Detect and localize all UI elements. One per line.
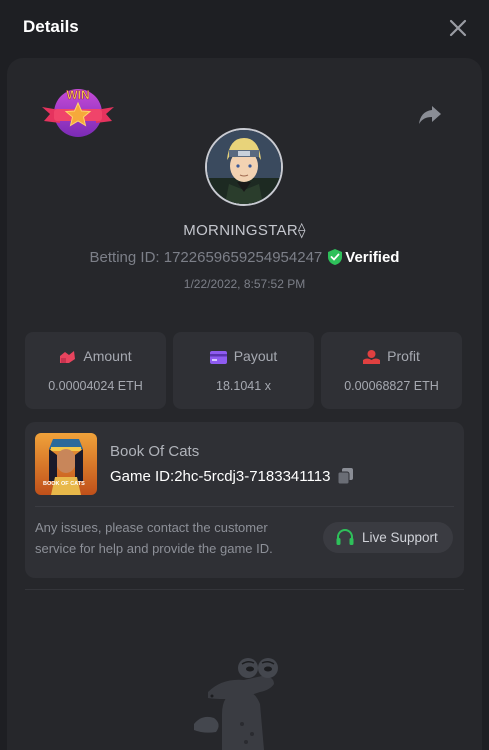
game-id-label: Game ID: [110,468,175,485]
amount-label: Amount [83,348,132,364]
support-message: Any issues, please contact the customer … [35,520,273,556]
betting-id-value: 1722659659254954247 [163,249,323,266]
win-badge-text: WIN [66,88,89,102]
username-text: MORNINGSTAR [183,222,298,239]
live-support-button[interactable]: Live Support [323,522,453,553]
bet-timestamp: 1/22/2022, 8:57:52 PM [183,277,306,291]
details-dialog: Details WIN MORNINGSTAR⟠ Betting ID: 172… [0,0,489,750]
payout-value: 18.1041 x [216,379,271,393]
payout-label: Payout [233,348,278,364]
copy-icon[interactable] [338,468,354,484]
verified-label: Verified [345,249,400,266]
game-id-value: 2hc-5rcdj3-7183341113 [174,468,331,485]
profit-value: 0.00068827 ETH [344,379,439,393]
payout-card: Payout 18.1041 x [173,332,314,409]
headset-icon [336,529,354,545]
game-box-divider [35,506,454,507]
game-thumbnail-text: BOOK OF CATS [43,481,85,487]
amount-card: Amount 0.00004024 ETH [25,332,166,409]
game-name: Book Of Cats [110,443,200,460]
verified-shield-icon [328,249,343,265]
live-support-label: Live Support [362,530,438,545]
avatar [205,128,283,206]
amount-value: 0.00004024 ETH [48,379,143,393]
win-badge-icon: WIN [42,88,114,137]
game-id-row: Game ID:2hc-5rcdj3-7183341113 [110,468,354,485]
betting-id-label: Betting ID: [89,249,160,266]
section-divider [25,589,464,590]
game-thumbnail[interactable]: BOOK OF CATS [35,433,97,495]
share-icon[interactable] [418,104,442,126]
dialog-title: Details [23,17,79,36]
profit-label: Profit [387,348,420,364]
eth-symbol: ⟠ [297,222,306,239]
username: MORNINGSTAR⟠ [0,221,489,239]
amount-icon [60,351,76,363]
betting-id-row: Betting ID: 1722659659254954247 Verified [0,249,489,266]
crocodile-mascot-icon [194,658,278,750]
profit-card: Profit 0.00068827 ETH [321,332,462,409]
close-icon[interactable] [446,16,470,40]
game-info-box: BOOK OF CATS Book Of Cats Game ID:2hc-5r… [25,422,464,578]
payout-icon [209,351,227,364]
profit-icon [363,350,381,364]
